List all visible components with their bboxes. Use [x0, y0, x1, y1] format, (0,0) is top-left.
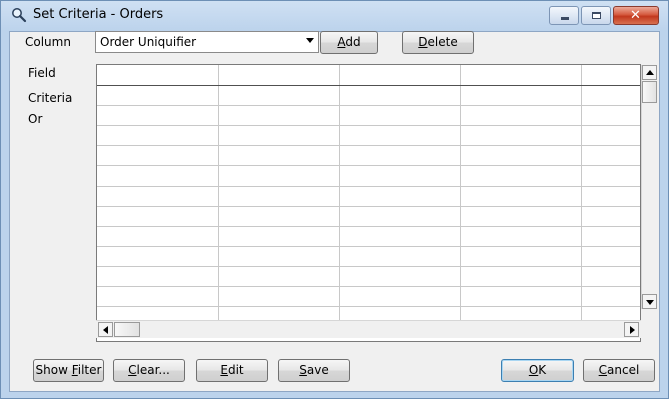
- ok-button[interactable]: OK: [501, 359, 574, 382]
- horizontal-scrollbar[interactable]: [96, 320, 641, 338]
- vertical-scrollbar[interactable]: [641, 65, 658, 309]
- show-filter-button[interactable]: Show Filter: [33, 359, 104, 382]
- column-select[interactable]: Order Uniquifier: [95, 31, 319, 53]
- horizontal-scroll-thumb[interactable]: [114, 322, 140, 337]
- add-button[interactable]: Add: [320, 31, 378, 54]
- close-button[interactable]: ✕: [613, 6, 659, 25]
- close-icon: ✕: [630, 8, 641, 23]
- dialog-body: Column Order Uniquifier Add Delete Field…: [9, 31, 660, 392]
- arrow-left-icon: [103, 326, 108, 334]
- dialog-window: Set Criteria - Orders ✕ Column Order Uni…: [0, 0, 669, 399]
- scroll-right-button[interactable]: [624, 322, 639, 337]
- criteria-grid-lines: [97, 65, 640, 323]
- minimize-button[interactable]: [549, 6, 579, 25]
- field-row-label: Field: [28, 66, 56, 80]
- column-select-value: Order Uniquifier: [100, 35, 197, 49]
- vertical-scroll-thumb[interactable]: [642, 81, 657, 103]
- or-row-label: Or: [28, 112, 43, 126]
- scrollbar-corner: [641, 309, 658, 342]
- column-label: Column: [25, 35, 71, 49]
- delete-button[interactable]: Delete: [402, 31, 474, 54]
- edit-button[interactable]: Edit: [196, 359, 268, 382]
- title-bar[interactable]: Set Criteria - Orders ✕: [1, 1, 668, 31]
- scroll-left-button[interactable]: [98, 322, 113, 337]
- chevron-down-icon: [306, 38, 314, 43]
- criteria-grid[interactable]: [96, 64, 641, 342]
- window-title: Set Criteria - Orders: [33, 7, 164, 22]
- maximize-icon: [592, 12, 601, 19]
- minimize-icon: [561, 17, 569, 20]
- arrow-up-icon: [646, 70, 654, 75]
- clear-button[interactable]: Clear...: [113, 359, 185, 382]
- maximize-button[interactable]: [581, 6, 611, 25]
- arrow-right-icon: [630, 326, 635, 334]
- magnifier-icon: [11, 7, 27, 23]
- arrow-down-icon: [646, 300, 654, 305]
- scroll-up-button[interactable]: [642, 65, 657, 80]
- save-button[interactable]: Save: [278, 359, 350, 382]
- scroll-down-button[interactable]: [642, 294, 657, 309]
- criteria-row-label: Criteria: [28, 91, 73, 105]
- cancel-button[interactable]: Cancel: [583, 359, 655, 382]
